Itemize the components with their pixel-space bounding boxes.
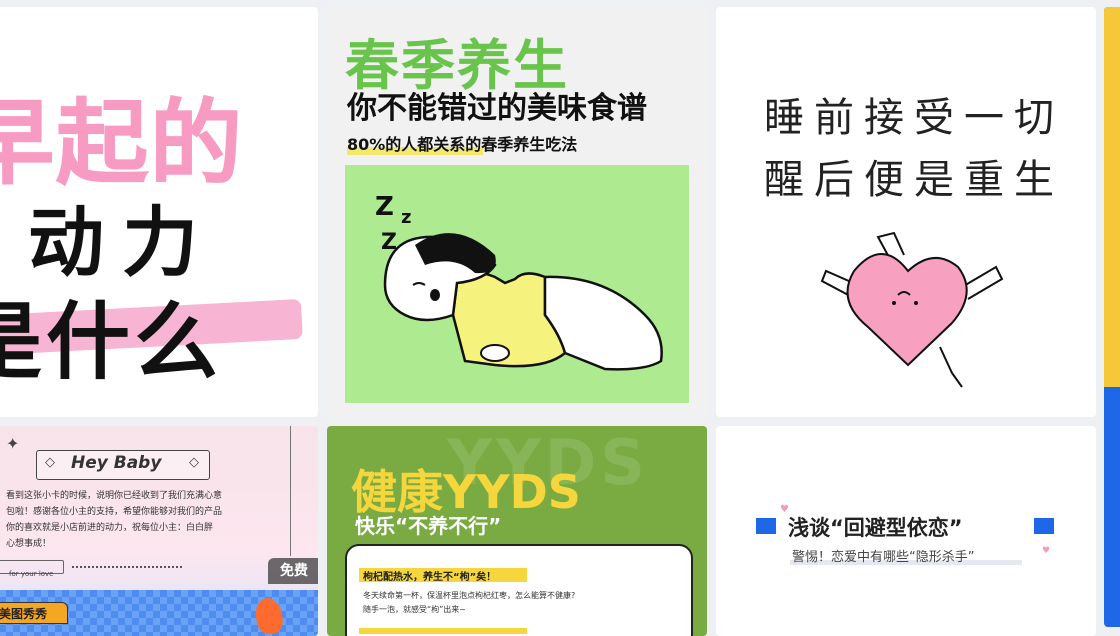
health-note-card: 枸杞配热水，养生不“枸”矣！ 冬天续命第一杯，保温杯里泡点枸杞红枣，怎么能算不健… [345, 544, 693, 636]
hey-baby-footer: for your love [9, 570, 54, 578]
template-card-spring-health[interactable]: 春季养生 你不能错过的美味食谱 80%的人都关系的春季养生吃法 Z z Z [327, 7, 707, 417]
hey-baby-body-3: 你的喜欢就是小店前进的动力，祝每位小主：白白胖 [6, 523, 214, 533]
meitu-banner-label: 美图秀秀 [0, 607, 48, 621]
spring-subtitle: 你不能错过的美味食谱 [347, 91, 647, 126]
template-card-morning-motivation[interactable]: 早起的 动力 是什么 [0, 7, 318, 417]
spring-tagline: 80%的人都关系的春季养生吃法 [347, 135, 578, 154]
bracket-right-icon [1034, 518, 1054, 534]
svg-text:z: z [401, 207, 411, 228]
template-card-sleep-quote[interactable]: 睡前接受一切 醒后便是重生 [716, 7, 1096, 417]
heart-accent-icon-2: ♥ [1042, 546, 1051, 556]
love-subtitle: 警惕！恋爱中有哪些“隐形杀手” [792, 550, 975, 565]
template-card-hey-baby[interactable]: ✦ ◇ Hey Baby ◇ 看到这张小卡的时候，说明你已经收到了我们充满心意 … [0, 426, 318, 636]
diamond-icon-right: ◇ [189, 455, 199, 470]
diamond-icon-left: ◇ [45, 455, 55, 470]
template-card-health-yyds[interactable]: YYDS 健康YYDS 快乐“不养不行” 枸杞配热水，养生不“枸”矣！ 冬天续命… [327, 426, 707, 636]
health-subtitle: 快乐“不养不行” [355, 514, 502, 538]
health-note-title: 枸杞配热水，养生不“枸”矣！ [363, 572, 497, 583]
morning-line-3: 是什么 [0, 293, 223, 391]
hey-baby-frame-line [290, 426, 291, 556]
meitu-banner: 美图秀秀 [0, 590, 318, 636]
sleeping-illustration: Z z Z [345, 165, 689, 403]
sleep-quote-line-2: 醒后便是重生 [764, 157, 1064, 203]
sleep-quote-line-1: 睡前接受一切 [764, 95, 1064, 141]
hey-baby-title-box: ◇ Hey Baby ◇ [36, 450, 210, 480]
meitu-banner-tag: 美图秀秀 [0, 602, 68, 624]
free-badge: 免费 [268, 558, 318, 584]
health-note-body-1: 冬天续命第一杯，保温杯里泡点枸杞红枣，怎么能算不健康? [363, 591, 576, 600]
yellow-accent [1104, 7, 1120, 387]
love-title: 浅谈“回避型依恋” [788, 516, 963, 540]
dotted-divider [72, 566, 182, 568]
sparkle-icon: ✦ [6, 434, 20, 453]
heart-character-illustration [812, 227, 1012, 397]
template-card-partial-right[interactable] [1104, 7, 1120, 627]
hey-baby-title: Hey Baby [71, 453, 162, 473]
hey-baby-footer-tag: for your love [0, 560, 64, 578]
hey-baby-body-2: 包啦！感谢各位小主的支持，希望你能够对我们的产品 [6, 507, 223, 517]
bracket-left-icon [756, 518, 776, 534]
hey-baby-body-4: 心想事成！ [6, 539, 52, 549]
free-badge-label: 免费 [280, 563, 308, 579]
template-card-avoidant-attachment[interactable]: ♥ ♥ 浅谈“回避型依恋” 警惕！恋爱中有哪些“隐形杀手” [716, 426, 1096, 636]
hey-baby-body-1: 看到这张小卡的时候，说明你已经收到了我们充满心意 [6, 491, 223, 501]
health-note-body-2: 随手一泡，就感受“枸”出来~ [363, 605, 466, 614]
health-note-bar [359, 628, 527, 634]
svg-text:Z: Z [375, 192, 394, 222]
